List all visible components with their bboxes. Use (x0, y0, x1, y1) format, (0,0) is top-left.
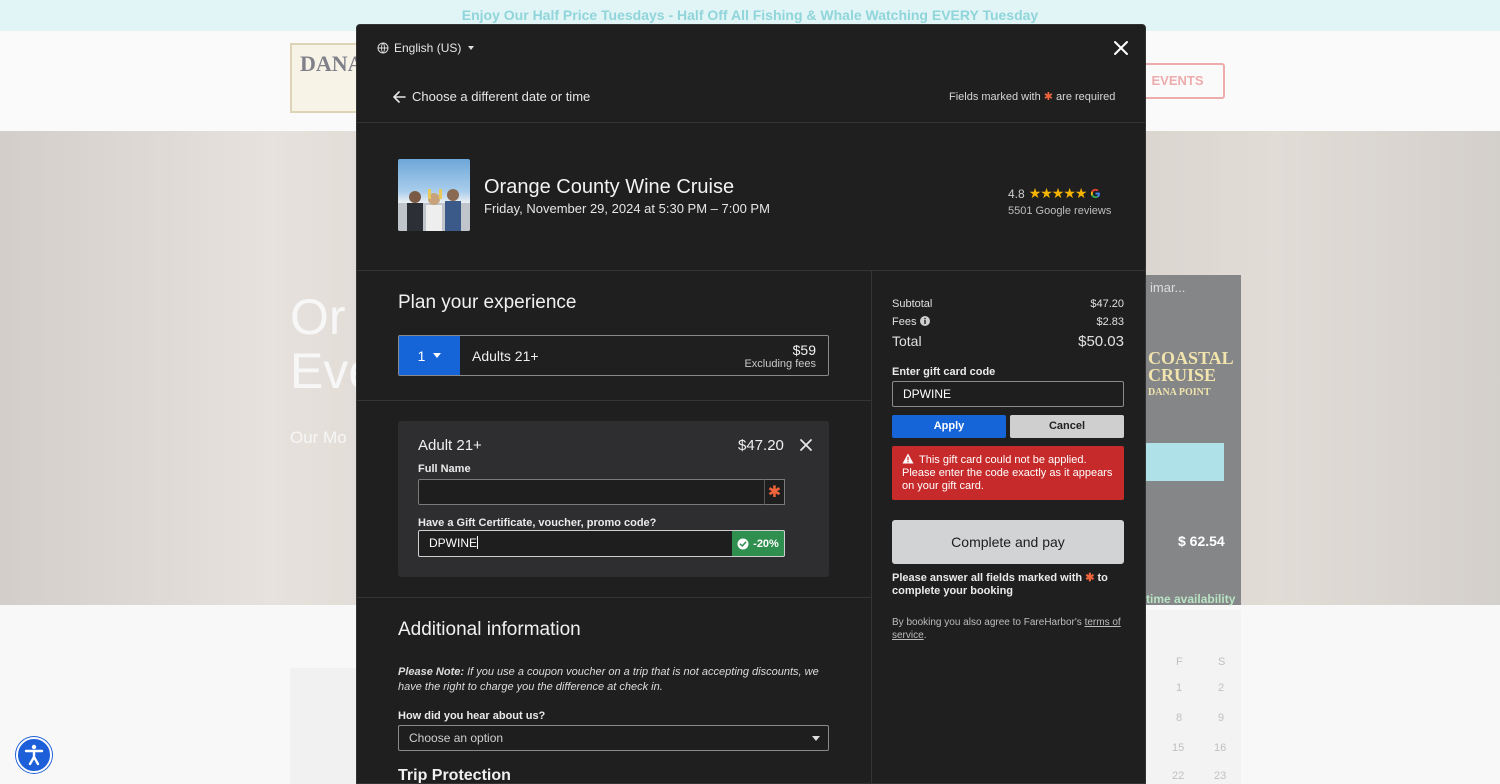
gift-card-input[interactable]: DPWINE (892, 381, 1124, 407)
change-date-link[interactable]: Choose a different date or time (393, 89, 590, 104)
discount-value: -20% (753, 537, 779, 550)
globe-icon (377, 42, 389, 54)
check-circle-icon (737, 538, 749, 549)
additional-info-heading: Additional information (398, 619, 581, 640)
trip-protection-heading: Trip Protection (398, 767, 511, 784)
cancel-button[interactable]: Cancel (1010, 415, 1124, 438)
caret-down-icon (468, 46, 475, 50)
apply-button[interactable]: Apply (892, 415, 1006, 438)
divider (357, 400, 871, 401)
accessibility-button[interactable] (16, 737, 52, 773)
event-title: Orange County Wine Cruise (484, 176, 735, 198)
star-icon: ★★★★★ (1028, 185, 1088, 201)
fees-row: Fees $2.83 (892, 316, 1124, 328)
caret-down-icon (812, 736, 820, 741)
event-thumbnail (398, 159, 470, 231)
plan-heading: Plan your experience (398, 292, 577, 313)
promo-code-value: DPWINE (429, 536, 477, 550)
quantity-select[interactable]: 1 (399, 336, 460, 375)
caret-down-icon (433, 353, 442, 358)
coupon-note: Please Note: If you use a coupon voucher… (398, 665, 830, 695)
language-label: English (US) (394, 41, 462, 55)
attendee-title: Adult 21+ (418, 437, 482, 454)
ticket-fee-note: Excluding fees (744, 358, 816, 370)
text-cursor (477, 536, 478, 549)
google-rating[interactable]: 4.8 ★★★★★ (1008, 185, 1101, 202)
arrow-left-icon (393, 90, 406, 103)
attendee-price: $47.20 (738, 437, 784, 454)
divider (357, 597, 871, 598)
full-name-label: Full Name (418, 463, 471, 475)
total-label: Total (892, 333, 922, 349)
fees-label: Fees (892, 316, 917, 328)
info-icon[interactable] (919, 316, 930, 326)
quantity-value: 1 (417, 347, 426, 364)
total-row: Total $50.03 (892, 333, 1124, 350)
ticket-label: Adults 21+ (472, 348, 539, 364)
order-summary: Subtotal $47.20 Fees $2.83 Total $50.03 … (871, 271, 1145, 783)
subtotal-row: Subtotal $47.20 (892, 298, 1124, 310)
booking-modal: English (US) Choose a different date or … (356, 24, 1146, 784)
required-note-prefix: Fields marked with (949, 91, 1041, 103)
required-asterisk-icon: ✱ (764, 479, 785, 505)
booking-form: Plan your experience 1 Adults 21+ $59 Ex… (357, 271, 871, 784)
terms-prefix: By booking you also agree to FareHarbor'… (892, 617, 1082, 628)
rating-value: 4.8 (1008, 186, 1025, 201)
close-icon[interactable] (799, 438, 813, 452)
event-date: Friday, November 29, 2024 at 5:30 PM – 7… (484, 201, 770, 216)
ticket-price: $59 (792, 342, 816, 358)
change-date-label: Choose a different date or time (412, 89, 591, 104)
required-asterisk-icon: ✱ (1085, 572, 1095, 584)
accessibility-icon (24, 744, 44, 766)
pay-note-prefix: Please answer all fields marked with (892, 572, 1083, 584)
complete-and-pay-button[interactable]: Complete and pay (892, 520, 1124, 564)
subtotal-label: Subtotal (892, 298, 933, 310)
review-count[interactable]: 5501 Google reviews (1008, 205, 1111, 217)
close-icon[interactable] (1112, 39, 1130, 57)
hear-about-label: How did you hear about us? (398, 710, 546, 722)
note-lead: Please Note: (398, 666, 465, 678)
terms-suffix: . (923, 630, 927, 641)
language-selector[interactable]: English (US) (377, 41, 475, 55)
gift-card-error: This gift card could not be applied. Ple… (892, 446, 1124, 500)
error-message: This gift card could not be applied. Ple… (902, 454, 1113, 492)
ticket-type-row: 1 Adults 21+ $59 Excluding fees (398, 335, 829, 376)
warning-icon (902, 453, 914, 464)
required-note-suffix: are required (1056, 91, 1116, 103)
promo-code-input[interactable]: DPWINE (418, 530, 732, 557)
terms-note: By booking you also agree to FareHarbor'… (892, 616, 1124, 642)
full-name-input[interactable] (418, 479, 785, 505)
discount-badge: -20% (732, 530, 785, 557)
google-icon (1091, 188, 1101, 199)
pay-requirement-note: Please answer all fields marked with ✱ t… (892, 572, 1124, 598)
gift-card-label: Enter gift card code (892, 366, 996, 378)
total-value: $50.03 (1078, 333, 1124, 350)
required-fields-note: Fields marked with ✱ are required (949, 90, 1115, 103)
attendee-card: Adult 21+ $47.20 Full Name ✱ Have a Gift… (398, 421, 829, 577)
required-asterisk-icon: ✱ (1043, 91, 1053, 103)
fees-value: $2.83 (1096, 316, 1124, 328)
hear-about-select[interactable]: Choose an option (398, 725, 829, 751)
promo-code-label: Have a Gift Certificate, voucher, promo … (418, 517, 657, 529)
select-placeholder: Choose an option (409, 731, 504, 745)
divider (357, 122, 1145, 123)
subtotal-value: $47.20 (1090, 298, 1124, 310)
